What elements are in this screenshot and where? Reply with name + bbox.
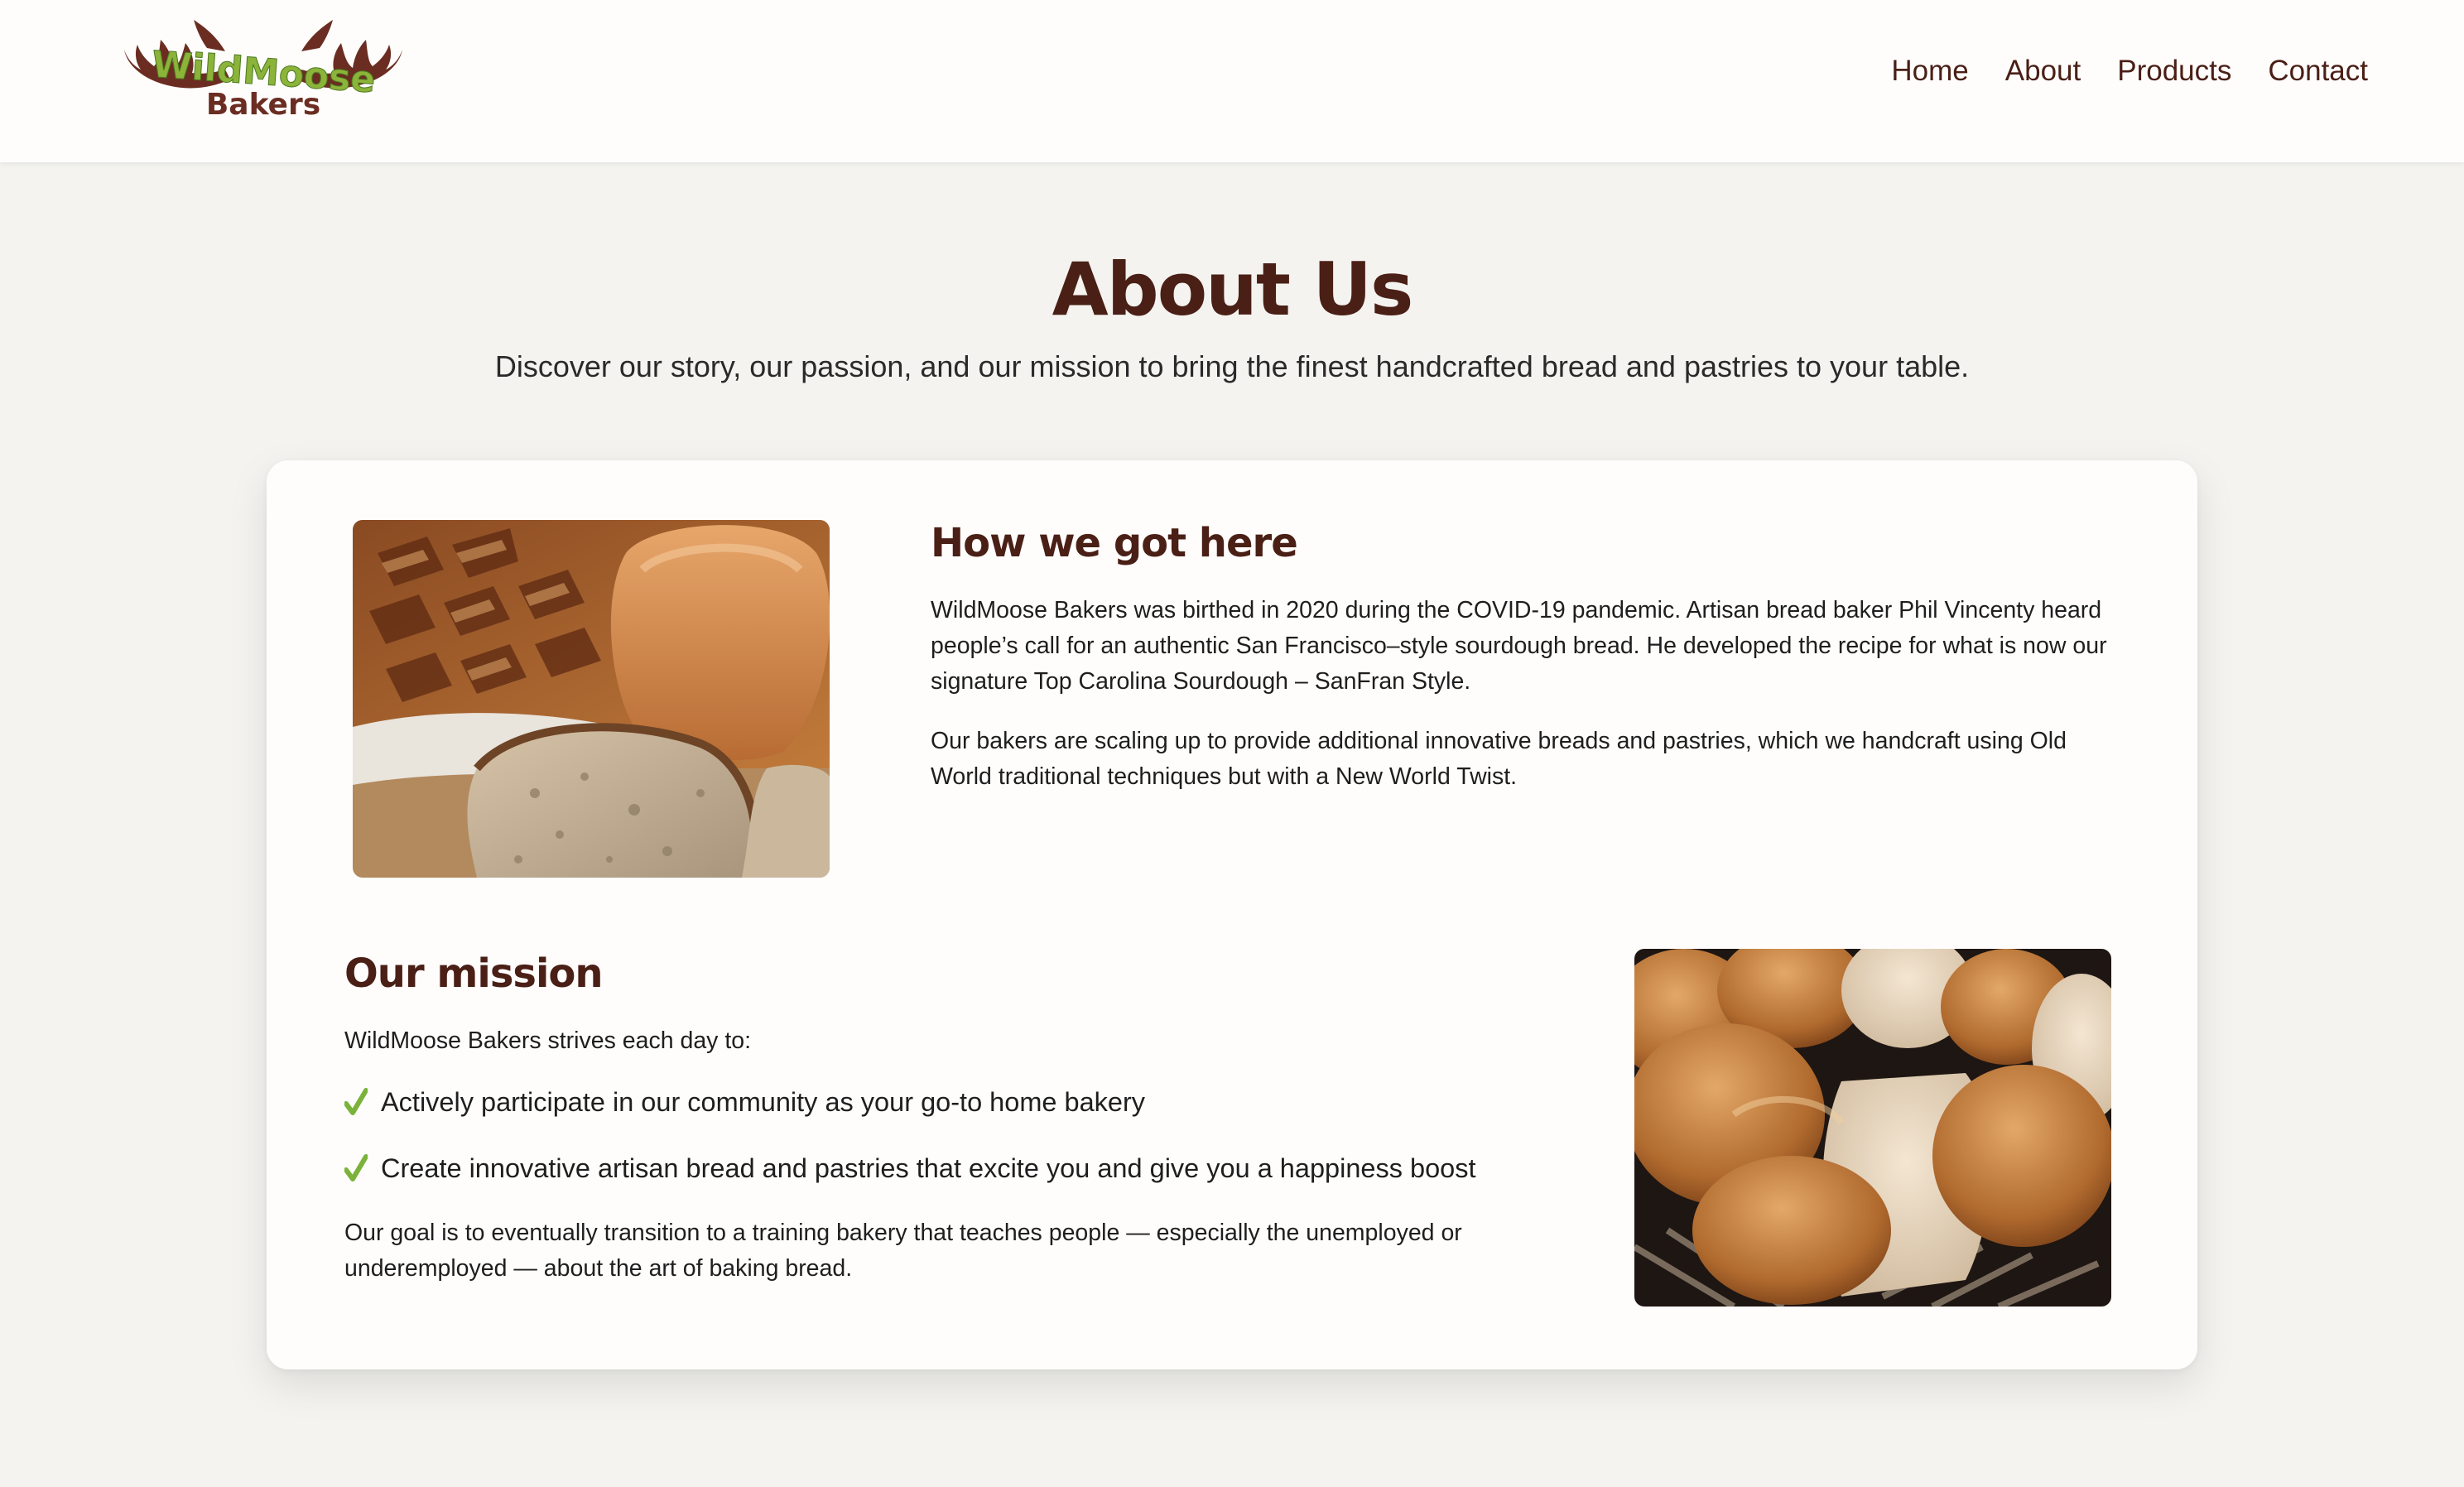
- mission-closing: Our goal is to eventually transition to …: [344, 1220, 1462, 1282]
- nav-home-link[interactable]: Home: [1873, 51, 1986, 91]
- check-icon: [344, 1088, 368, 1115]
- svg-text:Bakers: Bakers: [206, 88, 320, 121]
- nav-about-link[interactable]: About: [1987, 51, 2099, 91]
- site-header: WildMoose Bakers Home About Products Con…: [0, 0, 2464, 162]
- mission-intro: WildMoose Bakers strives each day to:: [344, 1027, 752, 1054]
- history-paragraph: Our bakers are scaling up to provide add…: [931, 728, 2067, 790]
- mission-heading: Our mission: [344, 950, 604, 997]
- moose-antlers-logo-icon: WildMoose Bakers: [124, 20, 402, 121]
- about-card: How we got here WildMoose Bakers was bir…: [267, 460, 2197, 1369]
- nav-products-link[interactable]: Products: [2099, 51, 2250, 91]
- mission-goal-text: Actively participate in our community as…: [381, 1087, 1146, 1117]
- mission-goal-item: Create innovative artisan bread and past…: [344, 1149, 1476, 1187]
- mission-goal-text: Create innovative artisan bread and past…: [381, 1153, 1476, 1183]
- page-subtitle: Discover our story, our passion, and our…: [494, 349, 1970, 383]
- bread-loaves-photo: [353, 520, 830, 878]
- history-paragraph: WildMoose Bakers was birthed in 2020 dur…: [931, 597, 2107, 695]
- history-heading: How we got here: [931, 520, 1298, 566]
- main-nav: Home About Products Contact: [1873, 51, 2368, 91]
- mission-goal-item: Actively participate in our community as…: [344, 1083, 1145, 1121]
- logo[interactable]: WildMoose Bakers: [116, 18, 411, 121]
- check-icon: [344, 1154, 368, 1181]
- dinner-rolls-photo: [1634, 949, 2111, 1307]
- nav-contact-link[interactable]: Contact: [2250, 51, 2368, 91]
- page-title: About Us: [1052, 247, 1414, 332]
